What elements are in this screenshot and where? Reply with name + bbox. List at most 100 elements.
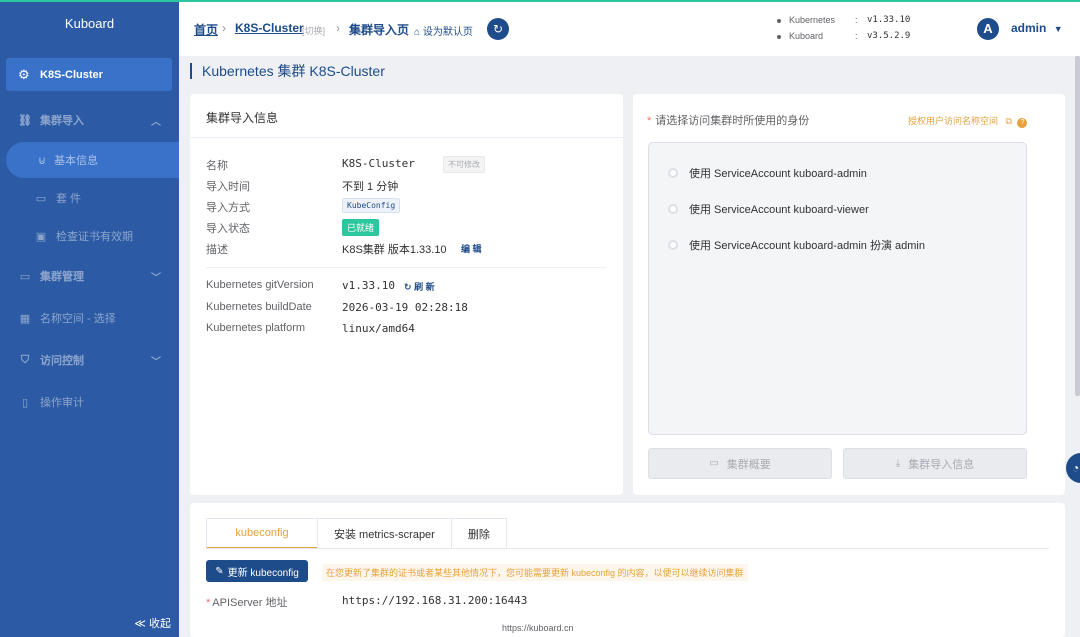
breadcrumb-switch[interactable]: [切换] bbox=[302, 24, 325, 37]
sidebar-item-label: 操作审计 bbox=[40, 397, 84, 409]
sidebar-item-label: 名称空间 - 选择 bbox=[40, 313, 116, 325]
name-value: K8S-Cluster bbox=[342, 157, 415, 170]
refresh-icon: ↻ bbox=[404, 282, 412, 292]
refresh-icon[interactable]: ↻ bbox=[487, 18, 509, 40]
logo[interactable]: Kuboard bbox=[0, 16, 179, 31]
header-accent-line bbox=[179, 0, 1080, 2]
cluster-import-info-button[interactable]: ⤓ 集群导入信息 bbox=[843, 448, 1027, 479]
avatar[interactable]: A bbox=[977, 18, 999, 40]
apiserver-label: * APIServer 地址 bbox=[206, 597, 288, 609]
sidebar-item-cluster-manage[interactable]: ▭ 集群管理 ﹀ bbox=[0, 261, 179, 291]
cluster-name: K8S-Cluster bbox=[40, 68, 103, 81]
box-icon: ▭ bbox=[35, 192, 47, 205]
git-version-label: Kubernetes gitVersion bbox=[206, 279, 314, 291]
set-default-link[interactable]: ⌂ 设为默认页 bbox=[414, 23, 473, 38]
gear-icon: ⚙ bbox=[18, 66, 30, 82]
authorize-namespace-link[interactable]: 授权用户访问名称空间 ⧉ ? bbox=[908, 114, 1028, 128]
link-icon: ⛓ bbox=[18, 114, 32, 127]
radio-circle-icon bbox=[668, 240, 678, 250]
caret-down-icon: ▼ bbox=[1053, 24, 1063, 34]
tab-metrics-scraper[interactable]: 安装 metrics-scraper bbox=[317, 518, 452, 549]
update-kubeconfig-button[interactable]: ✎ 更新 kubeconfig bbox=[206, 560, 308, 582]
sidebar-item-import[interactable]: ⛓ 集群导入 ︿ bbox=[0, 105, 179, 135]
chevron-down-icon: ﹀ bbox=[151, 356, 161, 368]
identity-card: * 请选择访问集群时所使用的身份 授权用户访问名称空间 ⧉ ? 使用 Servic… bbox=[633, 94, 1065, 495]
radio-option-impersonate[interactable]: 使用 ServiceAccount kuboard-admin 扮演 admin bbox=[668, 237, 925, 253]
build-date-label: Kubernetes buildDate bbox=[206, 301, 312, 313]
sidebar: Kuboard ⚙ K8S-Cluster ⛓ 集群导入 ︿ ⊍ 基本信息 ▭ … bbox=[0, 0, 179, 637]
status-badge: 已就绪 bbox=[342, 219, 380, 236]
breadcrumb-cluster[interactable]: K8S-Cluster bbox=[235, 21, 304, 35]
sidebar-item-namespace[interactable]: ▦ 名称空间 - 选择 bbox=[0, 303, 179, 333]
sidebar-item-label: 基本信息 bbox=[54, 155, 99, 167]
name-label: 名称 bbox=[206, 160, 228, 172]
external-link-icon: ⧉ bbox=[1005, 116, 1012, 126]
divider bbox=[190, 137, 623, 138]
edit-icon: ✎ bbox=[215, 565, 224, 577]
import-time-value: 不到 1 分钟 bbox=[342, 181, 399, 193]
tab-kubeconfig[interactable]: kubeconfig bbox=[206, 518, 318, 549]
import-method-label: 导入方式 bbox=[206, 202, 250, 214]
cluster-info-card: 集群导入信息 名称 K8S-Cluster 不可修改 导入时间 不到 1 分钟 … bbox=[190, 94, 623, 495]
refresh-version-button[interactable]: ↻ 刷 新 bbox=[404, 280, 435, 293]
git-version-value: v1.33.10 bbox=[342, 279, 395, 292]
tabs-divider bbox=[206, 548, 1049, 549]
radio-circle-icon bbox=[668, 168, 678, 178]
help-icon: ? bbox=[1017, 118, 1028, 128]
build-date-value: 2026-03-19 02:28:18 bbox=[342, 301, 468, 314]
chevron-down-icon: ﹀ bbox=[151, 272, 161, 284]
chevron-up-icon: ︿ bbox=[151, 116, 161, 128]
breadcrumb-separator-icon: › bbox=[336, 21, 340, 35]
monitor-icon: ▭ bbox=[709, 458, 719, 469]
import-status-label: 导入状态 bbox=[206, 223, 250, 235]
version-kuboard-label: Kuboard bbox=[777, 31, 823, 41]
document-icon: ▯ bbox=[21, 396, 29, 409]
chat-icon[interactable]: ◔ bbox=[1066, 453, 1080, 483]
description-label: 描述 bbox=[206, 244, 228, 256]
card-title: 集群导入信息 bbox=[206, 111, 279, 125]
description-value: K8S集群 版本1.33.10 bbox=[342, 244, 447, 256]
sidebar-accent-line bbox=[0, 0, 179, 2]
radio-circle-icon bbox=[668, 204, 678, 214]
tab-delete[interactable]: 删除 bbox=[450, 518, 507, 549]
sidebar-item-label: 访问控制 bbox=[40, 355, 84, 367]
radio-option-viewer[interactable]: 使用 ServiceAccount kuboard-viewer bbox=[668, 201, 869, 217]
kubeconfig-card: kubeconfig 安装 metrics-scraper 删除 ✎ 更新 ku… bbox=[190, 503, 1065, 637]
sidebar-cluster-item[interactable]: ⚙ K8S-Cluster bbox=[6, 58, 172, 91]
sidebar-item-label: 检查证书有效期 bbox=[56, 231, 133, 243]
sidebar-item-basic-info[interactable]: ⊍ 基本信息 bbox=[6, 142, 179, 178]
sidebar-item-check-cert[interactable]: ▣ 检查证书有效期 bbox=[0, 221, 179, 251]
breadcrumb-home[interactable]: 首页 bbox=[194, 21, 218, 38]
apiserver-value: https://192.168.31.200:16443 bbox=[342, 594, 528, 607]
update-tip: 在您更新了集群的证书或者某些其他情况下，您可能需要更新 kubeconfig 的… bbox=[322, 564, 748, 581]
version-kubernetes-label: Kubernetes bbox=[777, 15, 835, 25]
sidebar-item-kit[interactable]: ▭ 套 件 bbox=[0, 183, 179, 213]
sidebar-item-access-control[interactable]: ⛉ 访问控制 ﹀ bbox=[0, 345, 179, 375]
certificate-icon: ▣ bbox=[35, 230, 47, 243]
user-menu[interactable]: admin ▼ bbox=[1011, 21, 1063, 35]
header: 首页 › K8S-Cluster [切换] › 集群导入页 ⌂ 设为默认页 ↻ … bbox=[179, 0, 1080, 56]
download-icon: ⤓ bbox=[895, 458, 901, 469]
bullet-icon bbox=[777, 34, 781, 39]
divider bbox=[206, 267, 606, 268]
edit-description-button[interactable]: 编 辑 bbox=[461, 242, 482, 255]
version-colon: : bbox=[855, 31, 858, 41]
bullet-icon bbox=[777, 18, 781, 23]
sidebar-item-audit[interactable]: ▯ 操作审计 bbox=[0, 387, 179, 417]
version-kubernetes-value: v1.33.10 bbox=[867, 15, 911, 25]
scrollbar[interactable] bbox=[1075, 56, 1080, 396]
import-time-label: 导入时间 bbox=[206, 181, 250, 193]
magnet-icon: ⊍ bbox=[38, 154, 47, 167]
footer-link[interactable]: https://kuboard.cn bbox=[502, 623, 574, 633]
cluster-overview-button[interactable]: ▭ 集群概要 bbox=[648, 448, 832, 479]
sidebar-item-label: 套 件 bbox=[56, 193, 82, 205]
folder-icon: ▭ bbox=[19, 270, 31, 283]
sidebar-item-label: 集群导入 bbox=[40, 115, 84, 127]
platform-value: linux/amd64 bbox=[342, 322, 415, 335]
required-asterisk: * bbox=[206, 597, 211, 609]
platform-label: Kubernetes platform bbox=[206, 322, 306, 334]
radio-option-admin[interactable]: 使用 ServiceAccount kuboard-admin bbox=[668, 165, 867, 181]
collapse-button[interactable]: ≪ 收起 bbox=[134, 615, 171, 631]
breadcrumb-separator-icon: › bbox=[222, 21, 226, 35]
shield-icon: ⛉ bbox=[20, 353, 30, 366]
